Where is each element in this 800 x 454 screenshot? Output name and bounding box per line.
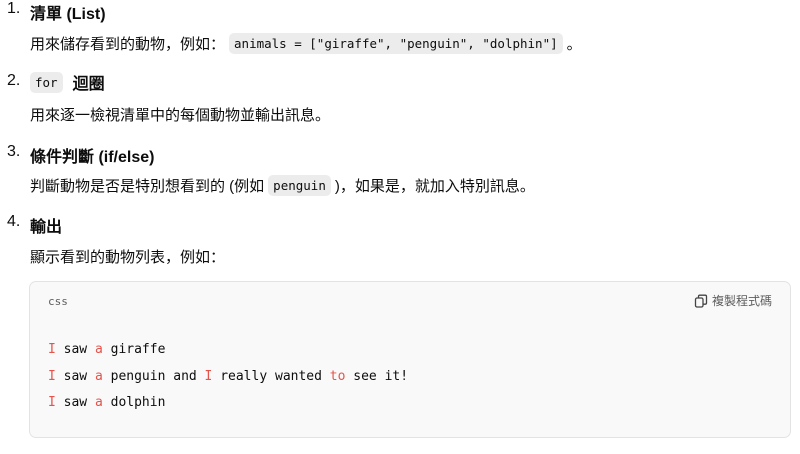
code-token: really wanted bbox=[212, 368, 330, 384]
item-title: 輸出 bbox=[30, 213, 62, 237]
item-title: 條件判斷 (if/else) bbox=[30, 143, 154, 167]
inline-code: penguin bbox=[268, 175, 331, 196]
item-number: 3. bbox=[7, 143, 21, 160]
code-line: I saw a penguin and I really wanted to s… bbox=[48, 369, 408, 396]
inline-code: animals = ["giraffe", "penguin", "dolphi… bbox=[229, 33, 563, 54]
desc-text: )，如果是，就加入特別訊息。 bbox=[334, 178, 535, 195]
code-token-keyword: I bbox=[48, 395, 56, 410]
title-text: 條件判斷 (if/else) bbox=[30, 149, 155, 166]
desc-text: 。 bbox=[566, 36, 582, 53]
code-token: saw bbox=[55, 342, 95, 357]
code-token-keyword: I bbox=[48, 368, 56, 384]
item-number: 4. bbox=[7, 213, 21, 230]
code-token-keyword: a bbox=[94, 368, 103, 384]
item-description: 顯示看到的動物列表，例如： bbox=[30, 246, 225, 267]
item-title: for 迴圈 bbox=[26, 70, 105, 94]
code-token-keyword: a bbox=[94, 342, 103, 357]
item-title: 清單 (List) bbox=[30, 0, 106, 24]
item-number: 1. bbox=[7, 0, 21, 17]
desc-text: 判斷動物是否是特別想看到的 (例如 bbox=[30, 178, 265, 195]
code-token-keyword: a bbox=[94, 395, 103, 410]
desc-text: 顯示看到的動物列表，例如： bbox=[30, 249, 226, 266]
item-description: 用來逐一檢視清單中的每個動物並輸出訊息。 bbox=[30, 104, 330, 125]
code-token: saw bbox=[55, 395, 95, 410]
code-token: penguin and bbox=[102, 368, 205, 384]
code-line: I saw a giraffe bbox=[48, 342, 408, 369]
item-description: 用來儲存看到的動物，例如： animals = ["giraffe", "peng… bbox=[30, 33, 582, 54]
item-description: 判斷動物是否是特別想看到的 (例如 penguin)，如果是，就加入特別訊息。 bbox=[30, 175, 535, 196]
copy-label: 複製程式碼 bbox=[711, 294, 772, 308]
item-number: 2. bbox=[7, 72, 21, 89]
desc-text: 用來逐一檢視清單中的每個動物並輸出訊息。 bbox=[30, 107, 331, 124]
copy-icon bbox=[694, 294, 708, 308]
code-token: saw bbox=[55, 368, 95, 384]
copy-code-button[interactable]: 複製程式碼 bbox=[694, 292, 772, 309]
code-language: css bbox=[48, 295, 68, 308]
title-text: 清單 (List) bbox=[30, 6, 106, 23]
desc-text: 用來儲存看到的動物，例如： bbox=[30, 36, 226, 53]
code-block: css 複製程式碼 I saw a giraffe I saw a penguin… bbox=[29, 281, 791, 438]
title-text: 輸出 bbox=[30, 219, 63, 236]
code-line: I saw a dolphin bbox=[48, 395, 408, 422]
inline-code: for bbox=[30, 71, 63, 93]
title-text: 迴圈 bbox=[72, 76, 105, 93]
code-token: dolphin bbox=[102, 395, 166, 410]
code-token: giraffe bbox=[102, 342, 166, 357]
code-token: see it! bbox=[345, 368, 409, 384]
code-content: I saw a giraffe I saw a penguin and I rea… bbox=[48, 342, 408, 422]
code-token-keyword: I bbox=[48, 342, 56, 357]
code-token-keyword: to bbox=[329, 368, 346, 384]
